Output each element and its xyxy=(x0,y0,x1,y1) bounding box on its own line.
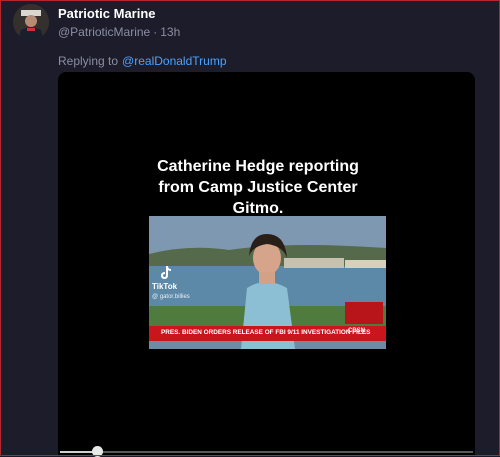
window-border xyxy=(0,0,500,456)
